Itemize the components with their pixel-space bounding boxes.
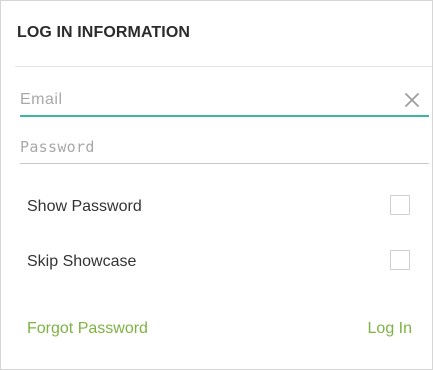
header-divider [15,66,432,67]
password-underline [20,163,429,164]
show-password-label: Show Password [27,198,142,215]
email-field-container [20,88,429,117]
password-field-container [20,135,429,164]
email-underline [20,115,429,117]
skip-showcase-label: Skip Showcase [27,253,137,270]
show-password-checkbox[interactable] [390,195,410,215]
password-field[interactable] [20,135,390,159]
skip-showcase-checkbox[interactable] [390,250,410,270]
login-panel: LOG IN INFORMATION Show Password Skip Sh… [0,0,433,370]
email-field[interactable] [20,88,390,112]
page-title: LOG IN INFORMATION [17,24,191,41]
forgot-password-button[interactable]: Forgot Password [27,320,148,338]
skip-showcase-row[interactable]: Skip Showcase [1,250,432,276]
close-icon[interactable] [403,91,421,109]
log-in-button[interactable]: Log In [368,320,412,338]
show-password-row[interactable]: Show Password [1,195,432,221]
